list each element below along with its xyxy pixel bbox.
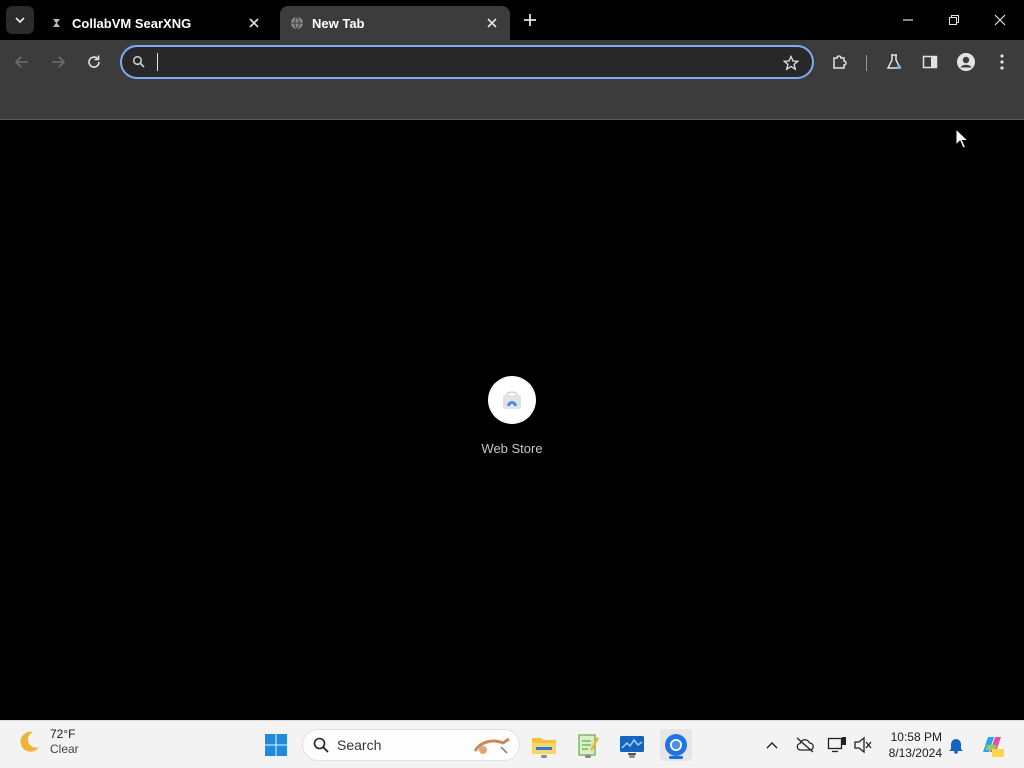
puzzle-icon [833,55,847,69]
clock-time: 10:58 PM [890,730,942,744]
tab-new-tab[interactable]: New Tab [280,6,510,40]
text-caret [157,53,158,71]
address-bar[interactable] [120,45,814,79]
tab-collabvm[interactable]: CollabVM SearXNG [40,6,272,40]
plus-icon [524,14,536,26]
clock[interactable]: 10:58 PM 8/13/2024 [880,729,942,761]
notepad-button[interactable] [572,729,604,761]
tab-title: New Tab [312,15,365,31]
start-button[interactable] [260,729,292,761]
bell-icon [949,739,963,754]
labs-button[interactable] [882,50,906,74]
network-button[interactable] [825,733,849,757]
new-tab-button[interactable] [518,8,542,32]
new-tab-page: Web Store [0,121,1024,720]
weather-temperature: 72°F [50,727,76,741]
restore-icon [949,15,959,25]
back-button[interactable] [10,50,34,74]
search-icon [313,737,329,753]
browser-window: CollabVM SearXNG New Tab Web Store [0,0,1024,720]
globe-icon [290,16,304,30]
avatar-icon [957,53,975,71]
moon-icon [20,731,39,752]
toolbar-divider [866,55,867,71]
forward-button[interactable] [46,50,70,74]
chrome-button[interactable] [660,729,692,761]
browser-toolbar [0,40,1024,84]
weather-widget[interactable]: 72°F Clear [16,727,79,757]
close-tab-icon[interactable] [484,15,500,31]
search-highlight-icon [473,737,510,754]
search-label: Search [337,737,382,753]
close-tab-icon[interactable] [246,15,262,31]
chevron-down-icon [15,17,25,24]
chevron-up-icon [766,742,778,749]
bookmarks-bar [0,84,1024,120]
close-icon [994,14,1006,26]
cloud-off-icon [796,737,814,753]
file-explorer-button[interactable] [528,729,560,761]
close-window-button[interactable] [982,6,1018,34]
onedrive-button[interactable] [793,733,817,757]
taskbar: 72°F Clear Search 10:58 PM 8/13/2024 [0,720,1024,768]
arrow-right-icon [52,56,66,68]
copilot-button[interactable] [978,731,1006,759]
reload-button[interactable] [82,50,106,74]
minimize-icon [903,19,913,21]
search-icon [132,55,146,69]
taskbar-search[interactable]: Search [302,729,520,761]
tab-title: CollabVM SearXNG [72,15,192,31]
side-panel-icon [922,55,938,69]
extensions-button[interactable] [828,50,852,74]
running-indicator [541,755,547,758]
side-panel-button[interactable] [918,50,942,74]
minimize-button[interactable] [890,6,926,34]
tab-strip: CollabVM SearXNG New Tab [0,0,1024,40]
more-vert-icon [1000,54,1004,70]
volume-button[interactable] [851,733,875,757]
running-indicator [585,755,591,758]
searxng-favicon-icon [50,16,64,30]
windows-logo-icon [265,734,287,756]
web-store-icon [488,376,536,424]
notifications-button[interactable] [944,733,968,757]
reload-icon [88,55,100,68]
file-explorer-icon [532,738,556,754]
profile-button[interactable] [954,50,978,74]
bookmark-star-icon[interactable] [782,54,800,72]
show-hidden-icons-button[interactable] [760,733,784,757]
chrome-icon [665,734,687,756]
mouse-cursor-icon [955,127,970,155]
monitor-app-icon [620,736,644,755]
tab-search-button[interactable] [6,6,34,34]
menu-button[interactable] [990,50,1014,74]
restore-button[interactable] [936,6,972,34]
volume-muted-icon [854,736,872,754]
shortcut-web-store[interactable]: Web Store [472,376,552,466]
copilot-icon [983,737,1004,757]
clock-date: 8/13/2024 [888,746,942,760]
monitor-app-button[interactable] [616,729,648,761]
flask-icon [886,54,902,69]
shortcut-label: Web Store [481,441,543,456]
address-input[interactable] [162,52,762,72]
weather-condition: Clear [50,742,79,756]
arrow-left-icon [14,56,28,68]
active-indicator [669,756,683,759]
running-indicator [629,755,635,758]
network-icon [827,737,846,753]
